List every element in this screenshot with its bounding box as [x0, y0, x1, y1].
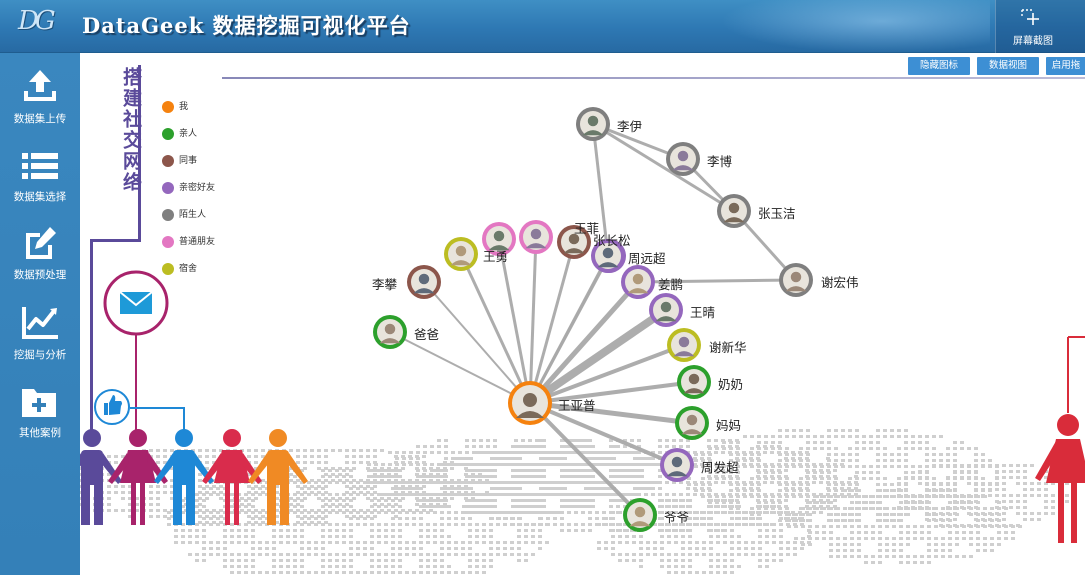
sidebar-item-label: 数据集选择 — [13, 191, 67, 203]
graph-node[interactable] — [667, 328, 701, 362]
graph-node[interactable] — [717, 194, 751, 228]
graph-node[interactable] — [576, 107, 610, 141]
node-label: 爷爷 — [664, 510, 690, 525]
graph-node[interactable] — [649, 293, 683, 327]
avatar-head — [686, 414, 698, 426]
graph-edge — [528, 401, 642, 517]
node-label: 李伊 — [617, 119, 643, 134]
node-label: 姜鹏 — [658, 277, 684, 292]
node-label: 周远超 — [628, 251, 666, 266]
sidebar-item-upload[interactable]: 数据集上传 — [0, 57, 80, 132]
graph-node[interactable] — [660, 448, 694, 482]
graph-edge — [389, 331, 531, 404]
avatar-head — [728, 202, 740, 214]
app-title: DataGeek 数据挖掘可视化平台 — [82, 13, 411, 38]
app-header: DG DataGeek 数据挖掘可视化平台 屏幕截图 — [0, 0, 1085, 53]
edit-icon — [26, 227, 56, 259]
graph-node[interactable] — [675, 406, 709, 440]
node-label: 爸爸 — [414, 327, 440, 342]
node-label: 张长松 — [593, 233, 631, 248]
upload-icon — [24, 70, 56, 101]
avatar-head — [602, 247, 614, 259]
node-label: 王勇 — [483, 249, 509, 264]
graph-node[interactable] — [444, 237, 478, 271]
screenshot-label: 屏幕截图 — [1013, 36, 1053, 47]
sidebar: 数据集上传 数据集选择 数据预处理 挖掘与分析 其他案例 — [0, 53, 80, 575]
graph-node[interactable] — [677, 365, 711, 399]
node-label: 李博 — [707, 154, 733, 169]
avatar-head — [678, 336, 690, 348]
header-glow — [720, 0, 990, 53]
avatar-head — [671, 456, 683, 468]
node-label: 谢新华 — [709, 340, 747, 355]
node-label: 谢宏伟 — [821, 275, 859, 290]
logo-text: DG — [18, 6, 56, 36]
node-label: 张玉洁 — [758, 206, 796, 221]
avatar-head — [523, 393, 537, 407]
avatar-head — [688, 373, 700, 385]
list-icon — [22, 153, 58, 179]
avatar-head — [790, 271, 802, 283]
node-label: 奶奶 — [718, 377, 744, 392]
avatar-head — [493, 230, 505, 242]
app-logo: DG — [18, 6, 70, 46]
graph-edge — [459, 253, 532, 404]
node-label: 周发超 — [701, 460, 739, 475]
sidebar-item-label: 挖掘与分析 — [13, 349, 67, 361]
node-label: 王晴 — [690, 305, 716, 320]
avatar-head — [677, 150, 689, 162]
graph-node[interactable] — [666, 142, 700, 176]
avatar-head — [634, 506, 646, 518]
avatar-head — [384, 323, 396, 335]
graph-node[interactable] — [407, 265, 441, 299]
sidebar-item-label: 其他案例 — [19, 427, 61, 439]
sidebar-item-dataset-select[interactable]: 数据集选择 — [0, 135, 80, 210]
node-label: 王亚普 — [558, 398, 596, 413]
line-chart-icon — [22, 307, 58, 339]
avatar-head — [587, 115, 599, 127]
screenshot-button[interactable]: 屏幕截图 — [995, 0, 1085, 53]
social-network-graph — [373, 107, 813, 532]
graph-node[interactable] — [373, 315, 407, 349]
graph-node[interactable] — [779, 263, 813, 297]
graph-edge — [528, 236, 538, 404]
graph-edge — [423, 281, 531, 404]
sidebar-item-mining[interactable]: 挖掘与分析 — [0, 293, 80, 368]
main-content: 隐藏图标 数据视图 启用拖 搭建社交网络 我亲人 同事 亲密好友 陌生人 普通朋友 宿舍 … — [80, 53, 1085, 575]
sidebar-item-other-cases[interactable]: 其他案例 — [0, 371, 80, 446]
graph-node[interactable] — [623, 498, 657, 532]
graph-node[interactable] — [508, 381, 552, 425]
avatar-head — [632, 273, 644, 285]
node-label: 妈妈 — [716, 418, 742, 433]
avatar-head — [455, 245, 467, 257]
avatar-head — [418, 273, 430, 285]
sidebar-item-label: 数据集上传 — [13, 113, 67, 125]
graph-node[interactable] — [519, 220, 553, 254]
node-label: 李攀 — [372, 277, 398, 292]
sidebar-item-label: 数据预处理 — [13, 269, 67, 281]
avatar-head — [530, 228, 542, 240]
graph-node[interactable] — [621, 265, 655, 299]
avatar-head — [660, 301, 672, 313]
sidebar-item-preprocess[interactable]: 数据预处理 — [0, 213, 80, 288]
folder-add-icon — [22, 389, 56, 417]
screenshot-icon — [1021, 9, 1039, 25]
